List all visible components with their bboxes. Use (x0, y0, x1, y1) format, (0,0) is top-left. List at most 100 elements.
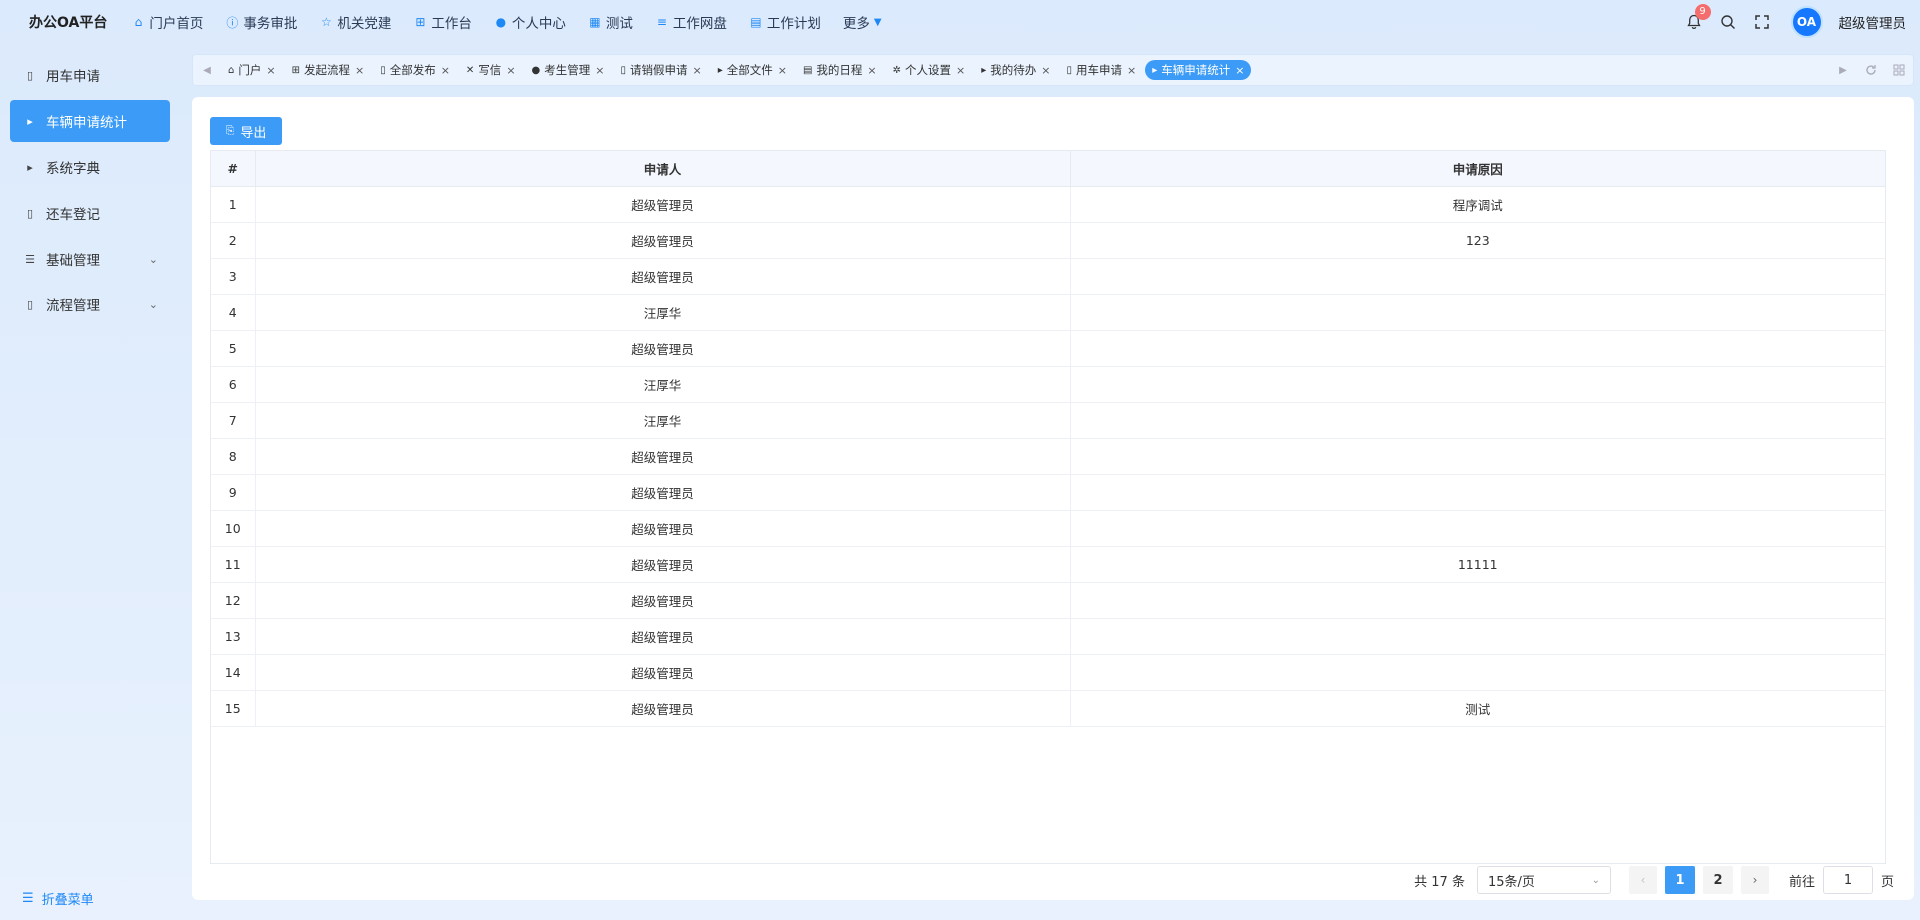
tabs-scroll-left-icon[interactable]: ◀ (193, 55, 221, 85)
tab[interactable]: ⊞ 发起流程 × (285, 60, 372, 80)
top-nav-item[interactable]: ▤ 工作计划 (749, 12, 821, 32)
sidebar-item[interactable]: ▯ 用车申请 (10, 54, 170, 96)
close-icon[interactable]: × (506, 64, 515, 77)
close-icon[interactable]: × (1127, 64, 1136, 77)
table-row[interactable]: 12 超级管理员 (211, 582, 1885, 619)
column-header-applicant[interactable]: 申请人 (255, 151, 1071, 187)
tab[interactable]: ✲ 个人设置 × (886, 60, 973, 80)
table-row[interactable]: 13 超级管理员 (211, 618, 1885, 655)
table-row[interactable]: 4 汪厚华 (211, 294, 1885, 331)
table-row[interactable]: 2 超级管理员 123 (211, 222, 1885, 259)
sidebar-item-label: 用车申请 (46, 69, 100, 85)
tab[interactable]: ▯ 请销假申请 × (613, 60, 708, 80)
grid-menu-icon[interactable] (1885, 55, 1913, 85)
table-row[interactable]: 15 超级管理员 测试 (211, 690, 1885, 727)
page-size-select[interactable]: 15条/页 ⌄ (1476, 866, 1611, 894)
page-2-button[interactable]: 2 (1702, 866, 1733, 894)
tab[interactable]: ▤ 我的日程 × (796, 60, 884, 80)
sidebar-item[interactable]: ☰ 基础管理 ⌄ (10, 238, 170, 280)
tab[interactable]: ▸ 全部文件 × (711, 60, 794, 80)
tabs-scroll-right-icon[interactable]: ▶ (1829, 55, 1857, 85)
close-icon[interactable]: × (441, 64, 450, 77)
avatar[interactable]: OA (1790, 6, 1823, 38)
collapse-menu-button[interactable]: ☰ 折叠菜单 (22, 889, 94, 908)
tab-label: 车辆申请统计 (1161, 63, 1231, 77)
close-icon[interactable]: × (355, 64, 364, 77)
table-row[interactable]: 1 超级管理员 程序调试 (211, 186, 1885, 223)
home-icon: ⌂ (228, 64, 235, 76)
table-row[interactable]: 5 超级管理员 (211, 330, 1885, 367)
tab[interactable]: ▯ 全部发布 × (373, 60, 457, 80)
close-icon[interactable]: × (595, 64, 604, 77)
fullscreen-icon[interactable] (1751, 11, 1773, 33)
top-nav-item[interactable]: ⌂ 门户首页 (131, 12, 204, 32)
next-page-button[interactable]: › (1740, 866, 1769, 894)
tab-label: 考生管理 (544, 63, 591, 77)
search-icon[interactable] (1717, 11, 1739, 33)
top-nav-item[interactable]: ⓘ 事务审批 (225, 12, 297, 33)
table-row[interactable]: 10 超级管理员 (211, 510, 1885, 547)
top-nav-label: 工作台 (431, 16, 472, 32)
close-icon[interactable]: × (693, 64, 702, 77)
page-1-button[interactable]: 1 (1664, 866, 1695, 894)
top-nav-label: 机关党建 (337, 16, 392, 32)
top-nav-label: 更多 (842, 16, 870, 32)
cell-reason (1070, 582, 1885, 619)
top-nav-item[interactable]: ≡ 工作网盘 (655, 12, 727, 32)
top-nav-item[interactable]: 更多 ▼ (843, 12, 882, 32)
data-table: # 申请人 申请原因 1 超级管理员 程序调试 2 超级管理员 123 3 超级管理员 4 汪厚华… (210, 150, 1886, 864)
export-button[interactable]: ⎘ 导出 (210, 117, 282, 145)
bell-icon[interactable]: 9 (1683, 4, 1711, 33)
column-header-index[interactable]: # (211, 151, 256, 187)
tab[interactable]: ▸ 我的待办 × (974, 60, 1057, 80)
document-icon: ▯ (26, 68, 34, 82)
close-icon[interactable]: × (956, 64, 965, 77)
document-icon: ▯ (26, 206, 34, 220)
goto-page-input[interactable]: 1 (1822, 866, 1873, 894)
prev-page-button[interactable]: ‹ (1628, 866, 1657, 894)
sidebar-item[interactable]: ▸ 系统字典 (10, 146, 170, 188)
top-nav-item[interactable]: ⊞ 工作台 (413, 12, 472, 32)
table-row[interactable]: 7 汪厚华 (211, 402, 1885, 439)
close-icon[interactable]: × (1041, 64, 1050, 77)
sidebar-item[interactable]: ▯ 还车登记 (10, 192, 170, 234)
refresh-icon[interactable] (1857, 55, 1885, 85)
cell-reason (1070, 618, 1885, 655)
table-row[interactable]: 6 汪厚华 (211, 366, 1885, 403)
sidebar-item-label: 基础管理 (46, 253, 100, 269)
close-icon[interactable]: × (778, 64, 787, 77)
tab[interactable]: ▯ 用车申请 × (1060, 60, 1144, 80)
table-row[interactable]: 9 超级管理员 (211, 474, 1885, 511)
cell-reason (1070, 474, 1885, 511)
sitemap-icon: ⊞ (415, 15, 426, 29)
close-icon[interactable]: × (1235, 64, 1244, 77)
sidebar-item[interactable]: ▯ 流程管理 ⌄ (10, 283, 170, 325)
cell-reason (1070, 294, 1885, 331)
caret-right-icon: ▸ (1152, 64, 1158, 76)
username[interactable]: 超级管理员 (1839, 12, 1907, 32)
collapse-menu-label: 折叠菜单 (41, 893, 94, 908)
column-header-reason[interactable]: 申请原因 (1070, 151, 1885, 187)
cell-index: 3 (211, 258, 256, 295)
table-row[interactable]: 3 超级管理员 (211, 258, 1885, 295)
caret-right-icon: ▸ (717, 64, 723, 76)
tab[interactable]: ▸ 车辆申请统计 × (1145, 60, 1252, 80)
table-row[interactable]: 8 超级管理员 (211, 438, 1885, 475)
sidebar-item-label: 系统字典 (46, 161, 100, 177)
top-nav-item[interactable]: ● 个人中心 (494, 12, 566, 32)
table-row[interactable]: 11 超级管理员 11111 (211, 546, 1885, 583)
tab[interactable]: ⌂ 门户 × (221, 60, 283, 80)
database-icon: ≡ (656, 15, 667, 29)
user-icon: ● (531, 64, 541, 76)
top-nav-item[interactable]: ▦ 测试 (588, 12, 633, 32)
top-nav-item[interactable]: ☆ 机关党建 (319, 12, 391, 32)
table-row[interactable]: 14 超级管理员 (211, 654, 1885, 691)
close-icon[interactable]: × (867, 64, 876, 77)
caret-right-icon: ▸ (27, 160, 33, 174)
sidebar-item[interactable]: ▸ 车辆申请统计 (10, 100, 170, 142)
cell-applicant: 超级管理员 (255, 186, 1071, 223)
cell-applicant: 超级管理员 (255, 510, 1071, 547)
close-icon[interactable]: × (266, 64, 275, 77)
tab[interactable]: ✕ 写信 × (459, 60, 523, 80)
tab[interactable]: ● 考生管理 × (525, 60, 612, 80)
